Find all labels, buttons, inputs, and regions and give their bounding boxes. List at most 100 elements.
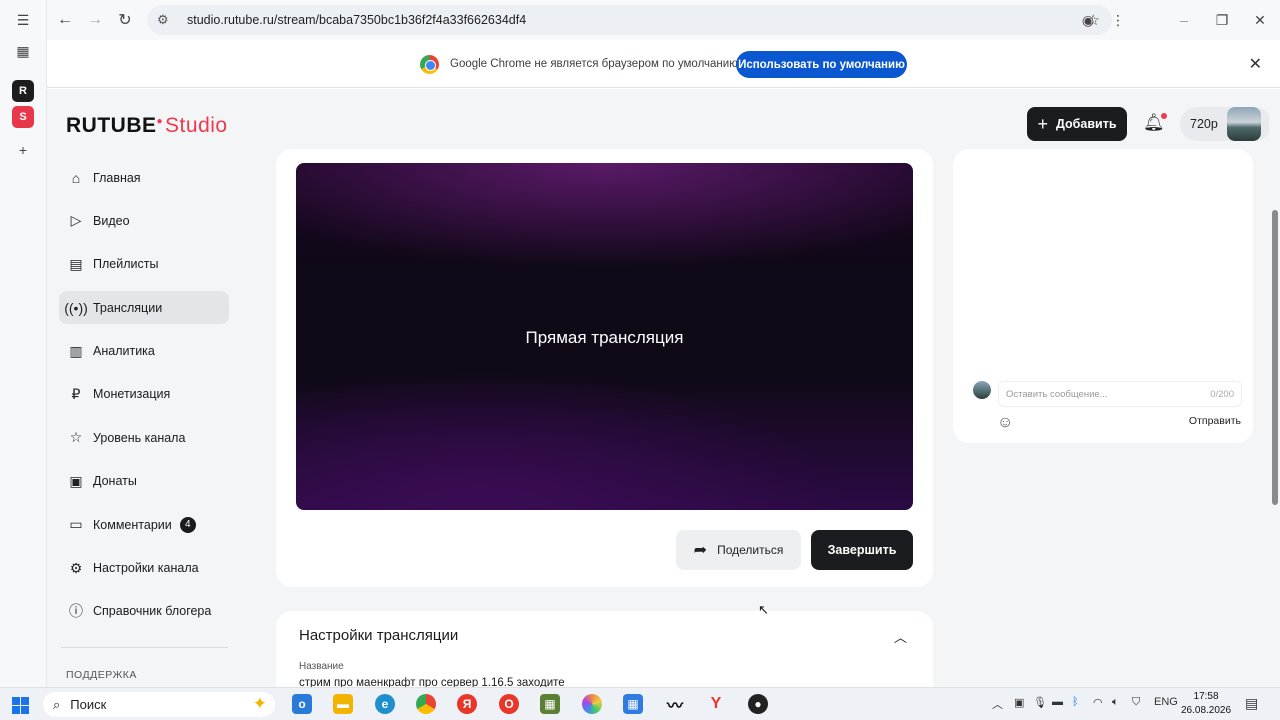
back-icon[interactable]: ← [50, 5, 80, 35]
yandex-browser-icon[interactable]: Я [457, 694, 477, 714]
outlook-icon[interactable]: o [292, 694, 312, 714]
opera-icon[interactable]: O [499, 694, 519, 714]
page-scrollbar[interactable] [1269, 89, 1280, 687]
sidebar-item-home[interactable]: ⌂ Главная [59, 161, 229, 194]
notifications-bell-icon[interactable]: 🔔︎ [1143, 113, 1167, 133]
obs-icon[interactable]: ● [748, 694, 768, 714]
chevron-up-icon[interactable]: ︿ [894, 627, 907, 646]
rutube-tab-icon[interactable]: R [12, 80, 34, 102]
reload-icon[interactable]: ↻ [110, 5, 140, 35]
chrome-taskbar-icon[interactable] [416, 694, 436, 714]
volume-icon[interactable]: 🔈︎ [1112, 696, 1119, 709]
sidebar-item-broadcasts[interactable]: ((•)) Трансляции [59, 291, 229, 325]
scrollbar-thumb[interactable] [1272, 210, 1278, 505]
sidebar-item-label: Комментарии [93, 517, 172, 532]
ruble-icon: ₽ [71, 385, 81, 402]
sidebar-item-label: Уровень канала [93, 430, 186, 445]
taskbar-search-label: Поиск [70, 697, 107, 712]
video-icon: ▷ [70, 212, 82, 229]
share-button[interactable]: ➦ Поделиться [676, 530, 801, 570]
store-icon[interactable]: ▦ [623, 694, 643, 714]
taskbar-search[interactable]: ⌕ Поиск ✦ [43, 692, 275, 717]
tradingview-icon[interactable]: 〰 [665, 694, 685, 715]
rutube-studio-tab-icon[interactable]: S [12, 106, 34, 128]
search-icon: ⌕ [53, 696, 61, 712]
microphone-icon[interactable]: 🎙︎ [1033, 696, 1047, 709]
sidebar-item-label: Видео [93, 213, 130, 228]
sparkle-icon: ✦ [252, 694, 267, 713]
sidebar-item-playlists[interactable]: ▤ Плейлисты [59, 248, 229, 281]
url-text: studio.rutube.ru/stream/bcaba7350bc1b36f… [187, 13, 527, 27]
chat-user-avatar [973, 381, 991, 399]
add-button[interactable]: + Добавить [1027, 107, 1127, 141]
stream-settings-title: Настройки трансляции [299, 627, 459, 644]
new-tab-icon[interactable]: + [12, 139, 34, 161]
profile-icon[interactable]: ◉ [1073, 5, 1103, 35]
minecraft-icon[interactable]: ▦ [540, 694, 560, 714]
notification-center-icon[interactable]: ▤ [1245, 695, 1258, 712]
menu-kebab-icon[interactable]: ⋮ [1103, 5, 1133, 35]
input-language[interactable]: ENG [1154, 696, 1178, 708]
stream-preview-player[interactable]: Прямая трансляция [296, 163, 913, 510]
share-arrow-icon: ➦ [693, 542, 708, 559]
emoji-icon[interactable]: ☺ [997, 414, 1013, 432]
channel-avatar[interactable] [1227, 107, 1261, 141]
set-default-button[interactable]: Использовать по умолчанию [736, 51, 907, 78]
chat-message-input[interactable]: Оставить сообщение... 0/200 [998, 381, 1242, 407]
sidebar-item-blogger-guide[interactable]: ⓘ Справочник блогера [59, 595, 229, 628]
stream-name-value[interactable]: стрим про маенкрафт про сервер 1.16.5 за… [299, 677, 565, 687]
explorer-folder-icon[interactable]: ▬ [333, 694, 353, 714]
apps-icon[interactable]: ▦ [12, 40, 34, 62]
tray-device-icon[interactable]: ▬ [1052, 696, 1063, 708]
wifi-icon[interactable]: ◠ [1093, 696, 1103, 709]
wallet-icon: ▣ [69, 472, 83, 489]
logo-studio-text: Studio [165, 114, 228, 137]
sidebar-item-video[interactable]: ▷ Видео [59, 204, 229, 237]
logo-rutube-text: RUTUBE [66, 114, 157, 137]
tray-chevron-icon[interactable]: ︿ [992, 696, 1003, 712]
edge-icon[interactable]: e [375, 694, 395, 714]
sidebar-item-channel-level[interactable]: ☆ Уровень канала [59, 421, 229, 454]
clock-time: 17:58 [1193, 691, 1219, 702]
info-icon: ⓘ [69, 603, 83, 620]
sidebar-item-analytics[interactable]: ▥ Аналитика [59, 335, 229, 368]
sidebar-item-monetization[interactable]: ₽ Монетизация [59, 378, 229, 411]
chrome-logo-icon [420, 55, 439, 74]
minimize-icon[interactable]: – [1169, 5, 1199, 35]
site-info-icon[interactable]: ⚙ [157, 12, 179, 28]
windows-start-icon[interactable] [11, 696, 29, 714]
tray-app-icon[interactable]: ▣ [1014, 696, 1024, 709]
comments-count-badge: 4 [179, 516, 196, 533]
logo-dot-icon: ● [156, 116, 164, 127]
send-message-button[interactable]: Отправить [1189, 415, 1241, 427]
playlist-icon: ▤ [69, 255, 83, 272]
infobar-close-icon[interactable]: ✕ [1249, 54, 1262, 74]
sidebar-item-label: Настройки канала [93, 561, 199, 576]
tab-list-icon[interactable]: ☰ [12, 9, 34, 31]
sidebar-item-comments[interactable]: ▭ Комментарии 4 [59, 508, 229, 541]
sidebar-item-label: Трансляции [93, 300, 163, 315]
bluetooth-icon[interactable]: ᛒ [1072, 696, 1079, 708]
forward-icon[interactable]: → [80, 5, 110, 35]
broadcast-icon: ((•)) [64, 299, 88, 316]
plus-icon: + [1037, 113, 1048, 134]
rutube-studio-logo[interactable]: RUTUBE●Studio [66, 114, 228, 138]
shield-icon[interactable]: ⛉ [1132, 696, 1140, 709]
taskbar-clock[interactable]: 17:58 26.08.2026 [1181, 690, 1231, 718]
sidebar-item-channel-settings[interactable]: ⚙ Настройки канала [59, 552, 229, 585]
default-browser-infobar: Google Chrome не является браузером по у… [47, 40, 1280, 88]
address-bar[interactable]: ⚙ studio.rutube.ru/stream/bcaba7350bc1b3… [147, 5, 1112, 35]
stream-name-label: Название [299, 661, 344, 672]
close-window-icon[interactable]: ✕ [1245, 5, 1275, 35]
color-app-icon[interactable] [582, 694, 602, 714]
sidebar-item-donations[interactable]: ▣ Донаты [59, 465, 229, 498]
sidebar-divider [61, 647, 228, 648]
yandex-icon[interactable]: Y [706, 694, 726, 714]
chat-card: Оставить сообщение... 0/200 ☺ Отправить [953, 149, 1253, 443]
star-icon: ☆ [69, 429, 83, 446]
maximize-icon[interactable]: ❐ [1207, 5, 1237, 35]
infobar-message: Google Chrome не является браузером по у… [450, 58, 742, 70]
chat-input-placeholder: Оставить сообщение... [1006, 388, 1108, 400]
finish-stream-button[interactable]: Завершить [811, 530, 913, 570]
player-status-label: Прямая трансляция [525, 328, 684, 347]
